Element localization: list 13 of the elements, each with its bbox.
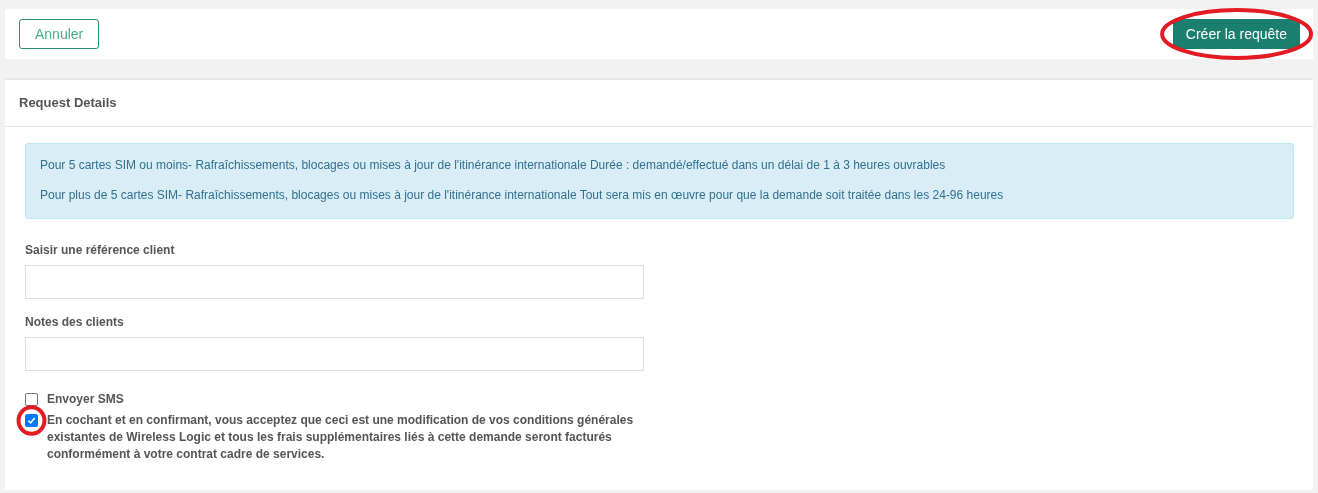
checkbox-label: Envoyer SMS [47, 391, 124, 408]
notice-text: Pour 5 cartes SIM ou moins- Rafraîchissements, blocages ou mises à jour de l'itinérance internationale Durée : demandé/effectué dans un délai de 1 à 3 heures ouvrables [40, 158, 947, 172]
text-field[interactable] [25, 337, 644, 371]
checkbox-label: En cochant et en confirmant, vous acceptez que ceci est une modification de vos conditions générales existantes de Wireless Logic et tous les frais supplémentaires liés à cette demande seront facturés conformément à votre contrat cadre de services. [47, 412, 635, 463]
checkbox[interactable] [25, 393, 38, 406]
text-field[interactable] [25, 265, 644, 299]
field-label: Saisir une référence client [25, 243, 176, 257]
cancel-button[interactable]: Annuler [19, 19, 100, 49]
checkbox[interactable] [25, 414, 38, 427]
create-request-button[interactable]: Créer la requête [1172, 19, 1300, 49]
field-label: Notes des clients [25, 315, 125, 329]
panel-title: Request Details [19, 95, 117, 110]
notice-text: Pour plus de 5 cartes SIM- Rafraîchissements, blocages ou mises à jour de l'itinérance internationale Tout sera mis en œuvre pour que la demande soit traitée dans les 24-96 heures [40, 188, 1005, 202]
